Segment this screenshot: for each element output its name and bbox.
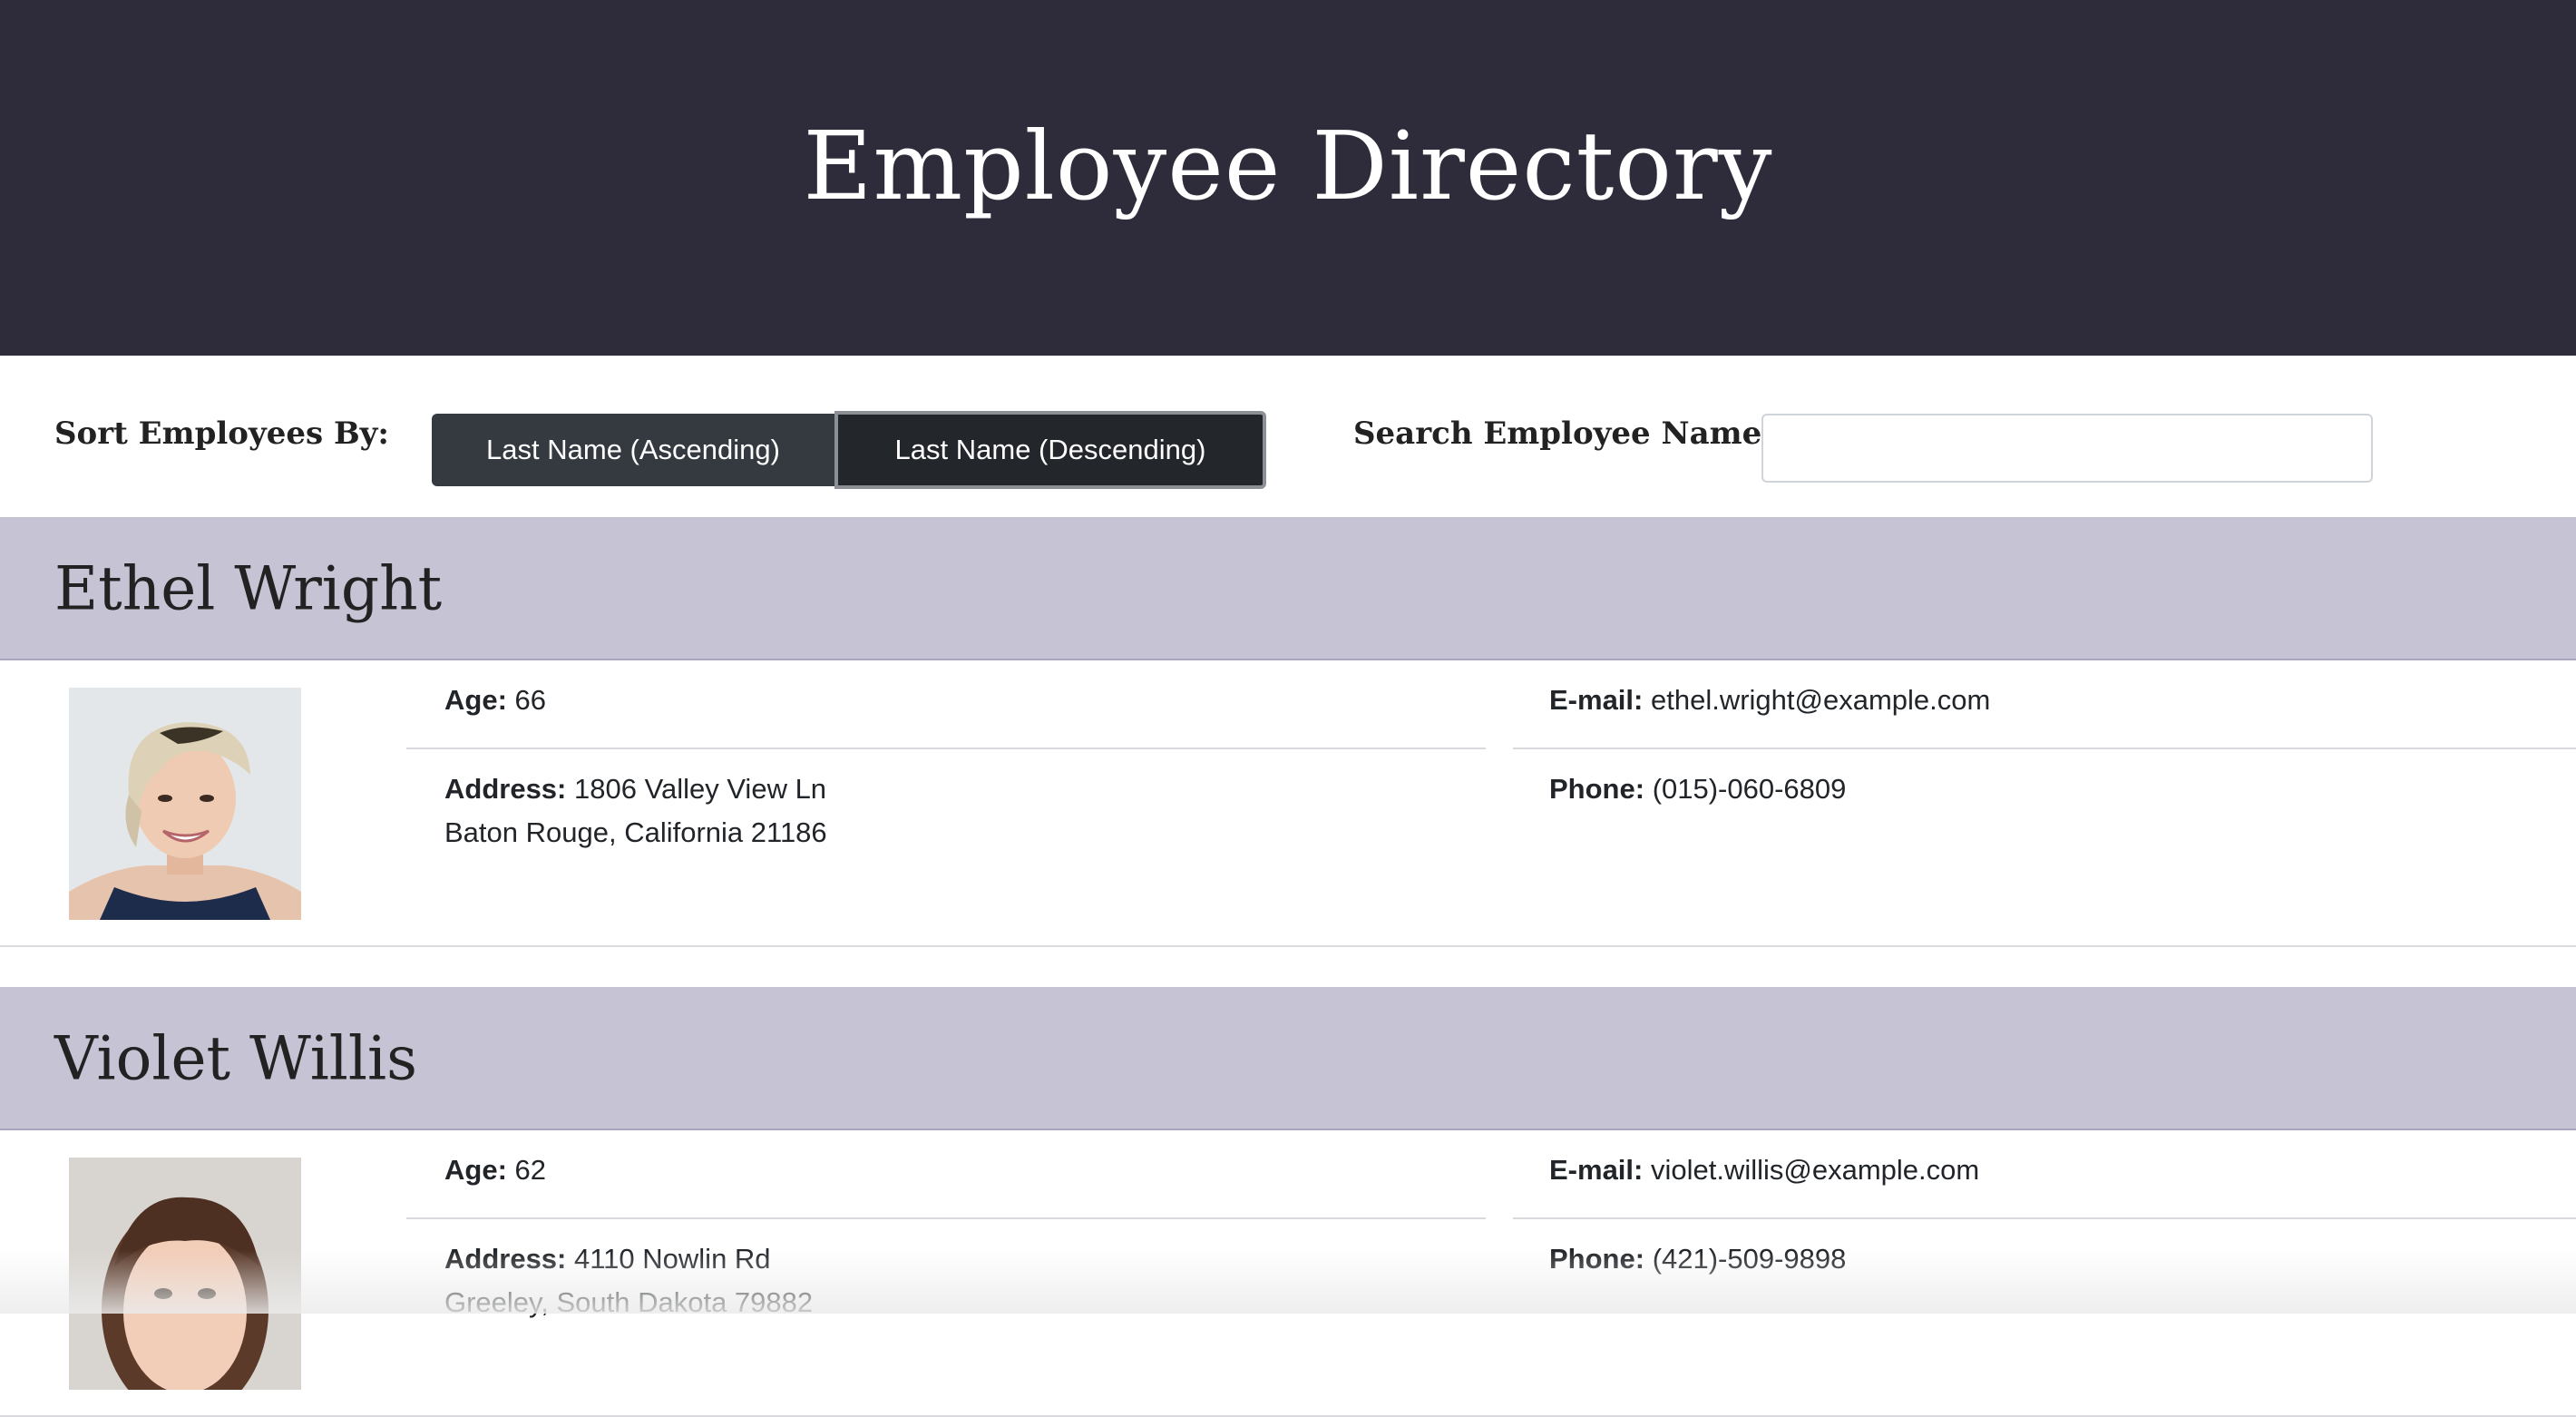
employee-photo <box>69 688 301 920</box>
divider <box>1513 748 2576 749</box>
sort-ascending-button[interactable]: Last Name (Ascending) <box>432 414 834 486</box>
sort-label: Sort Employees By: <box>54 415 389 452</box>
search-label: Search Employee Name: <box>1353 415 1773 452</box>
employee-name: Violet Willis <box>54 1023 417 1094</box>
age-value: 66 <box>514 684 546 716</box>
page-title: Employee Directory <box>803 111 1773 221</box>
age-value: 62 <box>514 1154 546 1186</box>
address-field: Address: 1806 Valley View Ln Baton Rouge… <box>444 767 827 855</box>
employee-details: Age: 66 Address: 1806 Valley View Ln Bat… <box>0 660 2576 947</box>
phone-label: Phone: <box>1549 1243 1645 1275</box>
controls-bar: Sort Employees By: Last Name (Ascending)… <box>0 356 2576 519</box>
phone-value: (421)-509-9898 <box>1652 1243 1847 1275</box>
address-line-2: Baton Rouge, California 21186 <box>444 816 827 848</box>
address-label: Address: <box>444 773 567 805</box>
email-field: E-mail: violet.willis@example.com <box>1549 1148 1979 1192</box>
sort-button-group: Last Name (Ascending) Last Name (Descend… <box>432 411 1266 489</box>
phone-field: Phone: (015)-060-6809 <box>1549 767 1846 811</box>
email-field: E-mail: ethel.wright@example.com <box>1549 679 1990 722</box>
address-field: Address: 4110 Nowlin Rd Greeley, South D… <box>444 1237 813 1324</box>
phone-field: Phone: (421)-509-9898 <box>1549 1237 1846 1281</box>
address-label: Address: <box>444 1243 567 1275</box>
phone-value: (015)-060-6809 <box>1652 773 1847 805</box>
phone-label: Phone: <box>1549 773 1645 805</box>
email-label: E-mail: <box>1549 684 1644 716</box>
employee-name: Ethel Wright <box>54 553 443 624</box>
age-field: Age: 62 <box>444 1148 546 1192</box>
email-value: ethel.wright@example.com <box>1650 684 1991 716</box>
page-header: Employee Directory <box>0 0 2576 356</box>
divider <box>406 1217 1486 1219</box>
employee-name-bar: Ethel Wright <box>0 517 2576 660</box>
email-label: E-mail: <box>1549 1154 1644 1186</box>
sort-descending-button[interactable]: Last Name (Descending) <box>834 411 1266 489</box>
age-field: Age: 66 <box>444 679 546 722</box>
age-label: Age: <box>444 1154 507 1186</box>
employee-name-bar: Violet Willis <box>0 987 2576 1130</box>
address-line-1: 1806 Valley View Ln <box>574 773 827 805</box>
divider <box>406 748 1486 749</box>
employee-details: Age: 62 Address: 4110 Nowlin Rd Greeley,… <box>0 1130 2576 1417</box>
age-label: Age: <box>444 684 507 716</box>
divider <box>1513 1217 2576 1219</box>
search-input[interactable] <box>1761 414 2373 483</box>
email-value: violet.willis@example.com <box>1650 1154 1980 1186</box>
address-line-1: 4110 Nowlin Rd <box>574 1243 771 1275</box>
employee-photo <box>69 1158 301 1390</box>
